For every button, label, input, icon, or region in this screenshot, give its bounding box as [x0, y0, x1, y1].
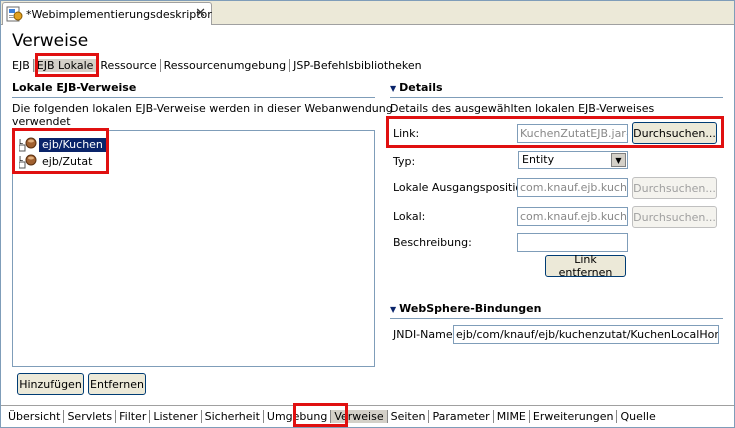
browse-local-button[interactable]: Durchsuchen... — [632, 206, 717, 228]
type-label: Typ: — [393, 155, 416, 168]
editor-tab[interactable]: *Webimplementierungsdeskriptor ✕ — [2, 2, 212, 25]
page-tabs: Übersicht Servlets Filter Listener Siche… — [1, 405, 734, 427]
tab-ejb-local[interactable]: EJB Lokale — [33, 58, 98, 72]
tab-jsp-tag-libraries[interactable]: JSP-Befehlsbibliotheken — [290, 59, 425, 72]
list-item[interactable]: L ejb/Kuchen — [18, 137, 436, 153]
jndi-label: JNDI-Name: — [393, 328, 457, 341]
list-item-label: ejb/Zutat — [42, 155, 93, 168]
local-field[interactable]: com.knauf.ejb.kuche — [517, 207, 628, 226]
link-label: Link: — [393, 127, 420, 140]
tab-filter[interactable]: Filter — [116, 410, 151, 423]
ejb-reference-list[interactable]: L ejb/Kuchen L ejb/Zutat — [12, 130, 436, 367]
websphere-heading-label: WebSphere-Bindungen — [399, 302, 542, 315]
tab-ejb[interactable]: EJB — [9, 58, 34, 72]
browse-link-button[interactable]: Durchsuchen... — [632, 122, 717, 144]
collapse-triangle-icon[interactable]: ▼ — [390, 305, 396, 314]
ejb-bean-icon: L — [18, 153, 39, 172]
type-select[interactable]: Entity ▼ — [518, 151, 628, 169]
page-title: Verweise — [12, 31, 89, 51]
list-item[interactable]: L ejb/Zutat — [18, 153, 95, 172]
editor-tab-strip: *Webimplementierungsdeskriptor ✕ — [1, 1, 734, 25]
tab-extensions[interactable]: Erweiterungen — [530, 410, 618, 423]
tab-listener[interactable]: Listener — [150, 410, 202, 423]
local-ejb-description: Die folgenden lokalen EJB-Verweise werde… — [12, 102, 393, 115]
description-field[interactable] — [517, 233, 628, 252]
editor-tab-title: *Webimplementierungsdeskriptor — [26, 7, 212, 21]
top-tabs: EJB EJB Lokale Ressource Ressourcenumgeb… — [9, 56, 425, 74]
jndi-field[interactable]: ejb/com/knauf/ejb/kuchenzutat/KuchenLoca… — [453, 325, 719, 344]
tab-environment[interactable]: Umgebung — [264, 410, 332, 423]
local-home-field[interactable]: com.knauf.ejb.kuche — [517, 178, 628, 197]
local-ejb-description-2: verwendet — [12, 115, 71, 128]
remove-link-button[interactable]: Link entfernen — [545, 253, 626, 279]
list-item-label: ejb/Kuchen — [39, 138, 106, 152]
divider — [390, 318, 723, 319]
remove-button[interactable]: Entfernen — [88, 373, 146, 395]
websphere-heading: ▼ WebSphere-Bindungen — [390, 302, 541, 315]
tab-parameters[interactable]: Parameter — [429, 410, 494, 423]
chevron-down-icon[interactable]: ▼ — [611, 153, 626, 167]
divider — [390, 97, 723, 98]
collapse-triangle-icon[interactable]: ▼ — [390, 84, 396, 93]
details-heading: ▼ Details — [390, 81, 443, 94]
tab-pages[interactable]: Seiten — [388, 410, 430, 423]
tab-resource[interactable]: Ressource — [97, 58, 161, 72]
add-button[interactable]: Hinzufügen — [17, 373, 84, 395]
web-descriptor-icon — [6, 6, 24, 22]
browse-local-home-button[interactable]: Durchsuchen... — [632, 177, 717, 199]
tab-security[interactable]: Sicherheit — [202, 410, 264, 423]
local-home-label: Lokale Ausgangsposition: — [393, 181, 533, 194]
details-description: Details des ausgewählten lokalen EJB-Ver… — [390, 102, 655, 115]
divider — [12, 97, 375, 98]
tab-mime[interactable]: MIME — [494, 410, 530, 423]
tab-source[interactable]: Quelle — [617, 410, 658, 423]
tab-references[interactable]: Verweise — [331, 410, 388, 423]
close-icon[interactable]: ✕ — [195, 6, 206, 21]
link-field[interactable]: KuchenZutatEJB.jar# — [517, 124, 628, 143]
tab-resource-environment[interactable]: Ressourcenumgebung — [161, 58, 291, 72]
local-ejb-references-heading: Lokale EJB-Verweise — [12, 81, 137, 94]
local-label: Lokal: — [393, 210, 426, 223]
editor-frame: *Webimplementierungsdeskriptor ✕ Verweis… — [0, 0, 735, 428]
description-label: Beschreibung: — [393, 236, 472, 249]
tab-servlets[interactable]: Servlets — [64, 410, 117, 423]
type-select-value: Entity — [522, 153, 555, 166]
details-heading-label: Details — [399, 81, 443, 94]
tab-overview[interactable]: Übersicht — [5, 410, 65, 423]
